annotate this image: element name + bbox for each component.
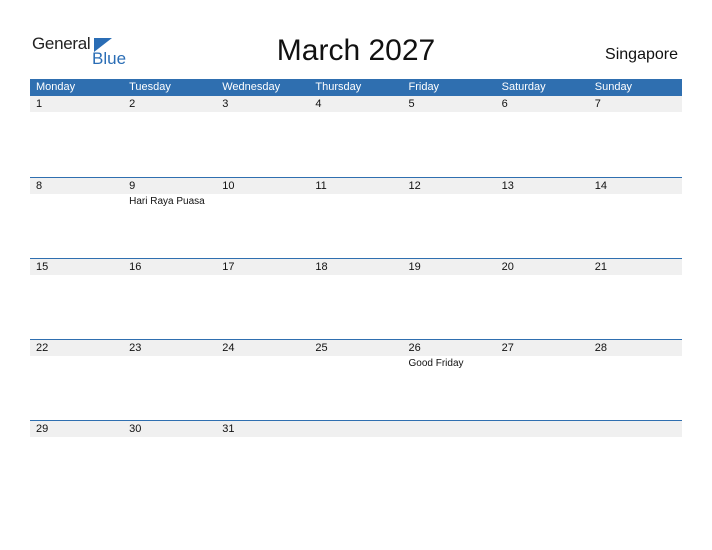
country-label: Singapore xyxy=(605,46,678,63)
day-number: 24 xyxy=(222,342,235,354)
holiday-label xyxy=(496,275,589,276)
holiday-label: Good Friday xyxy=(408,358,464,369)
holiday-label xyxy=(30,194,123,209)
day-number: 28 xyxy=(594,342,607,354)
week-row: 8 9 10 11 12 13 14 Hari Raya Puasa xyxy=(30,177,682,258)
day-number: 31 xyxy=(222,423,235,435)
events-row xyxy=(30,275,682,276)
holiday-label xyxy=(309,112,402,113)
date-strip: 1 2 3 4 5 6 7 xyxy=(30,96,682,112)
day-number: 27 xyxy=(501,342,514,354)
holiday-label xyxy=(309,194,402,209)
holiday-label xyxy=(403,437,496,438)
holiday-label xyxy=(589,112,682,113)
day-number: 10 xyxy=(222,180,235,192)
holiday-label xyxy=(30,275,123,276)
week-row: 29 30 31 xyxy=(30,420,682,501)
weekday-label: Tuesday xyxy=(129,81,171,93)
holiday-label xyxy=(309,275,402,276)
day-number: 5 xyxy=(408,98,415,110)
day-number: 4 xyxy=(315,98,322,110)
week-row: 15 16 17 18 19 20 21 xyxy=(30,258,682,339)
day-number xyxy=(496,421,589,437)
holiday-label xyxy=(403,275,496,276)
day-number: 22 xyxy=(36,342,49,354)
day-number: 23 xyxy=(129,342,142,354)
date-strip: 15 16 17 18 19 20 21 xyxy=(30,259,682,275)
holiday-label xyxy=(589,275,682,276)
holiday-label xyxy=(589,356,682,371)
holiday-label xyxy=(123,356,216,371)
holiday-label xyxy=(589,437,682,438)
holiday-label xyxy=(403,194,496,209)
day-number: 17 xyxy=(222,261,235,273)
weekday-label: Sunday xyxy=(594,81,633,93)
holiday-label xyxy=(123,275,216,276)
holiday-label xyxy=(496,194,589,209)
date-strip: 8 9 10 11 12 13 14 xyxy=(30,178,682,194)
day-number: 12 xyxy=(408,180,421,192)
holiday-label xyxy=(216,112,309,113)
day-number xyxy=(403,421,496,437)
holiday-label xyxy=(30,437,123,438)
holiday-label xyxy=(309,437,402,438)
holiday-label xyxy=(216,437,309,438)
holiday-label xyxy=(123,437,216,438)
holiday-label xyxy=(496,437,589,438)
holiday-label xyxy=(216,194,309,209)
day-number: 30 xyxy=(129,423,142,435)
day-number: 7 xyxy=(594,98,601,110)
weekday-label: Friday xyxy=(408,81,440,93)
holiday-label xyxy=(403,112,496,113)
day-number: 1 xyxy=(36,98,43,110)
weekday-label: Monday xyxy=(36,81,76,93)
holiday-label xyxy=(496,356,589,371)
holiday-label xyxy=(309,356,402,371)
events-row xyxy=(30,112,682,113)
events-row: Hari Raya Puasa xyxy=(30,194,682,209)
day-number: 21 xyxy=(594,261,607,273)
day-number: 26 xyxy=(408,342,421,354)
day-number: 16 xyxy=(129,261,142,273)
weekday-label: Thursday xyxy=(315,81,362,93)
events-row: Good Friday xyxy=(30,356,682,371)
calendar-grid: Monday Tuesday Wednesday Thursday Friday… xyxy=(30,79,682,501)
date-strip: 29 30 31 xyxy=(30,421,682,437)
holiday-label xyxy=(123,112,216,113)
day-number: 29 xyxy=(36,423,49,435)
day-number: 3 xyxy=(222,98,229,110)
day-number: 20 xyxy=(501,261,514,273)
week-row: 1 2 3 4 5 6 7 xyxy=(30,96,682,177)
day-number xyxy=(589,421,682,437)
day-number: 2 xyxy=(129,98,136,110)
day-number: 18 xyxy=(315,261,328,273)
day-number: 25 xyxy=(315,342,328,354)
day-number: 11 xyxy=(315,180,327,192)
weekday-label: Wednesday xyxy=(222,81,281,93)
events-row xyxy=(30,437,682,438)
day-number: 14 xyxy=(594,180,607,192)
day-number: 13 xyxy=(501,180,514,192)
day-number: 15 xyxy=(36,261,49,273)
holiday-label xyxy=(589,194,682,209)
holiday-label xyxy=(496,112,589,113)
weekday-header: Monday Tuesday Wednesday Thursday Friday… xyxy=(30,79,682,96)
week-row: 22 23 24 25 26 27 28 Good Friday xyxy=(30,339,682,420)
day-number: 9 xyxy=(129,180,136,192)
day-number: 6 xyxy=(501,98,508,110)
date-strip: 22 23 24 25 26 27 28 xyxy=(30,340,682,356)
weekday-label: Saturday xyxy=(501,81,546,93)
holiday-label xyxy=(30,356,123,371)
holiday-label xyxy=(216,275,309,276)
holiday-label xyxy=(30,112,123,113)
holiday-label xyxy=(216,356,309,371)
day-number xyxy=(309,421,402,437)
day-number: 19 xyxy=(408,261,421,273)
holiday-label: Hari Raya Puasa xyxy=(129,196,205,207)
day-number: 8 xyxy=(36,180,43,192)
